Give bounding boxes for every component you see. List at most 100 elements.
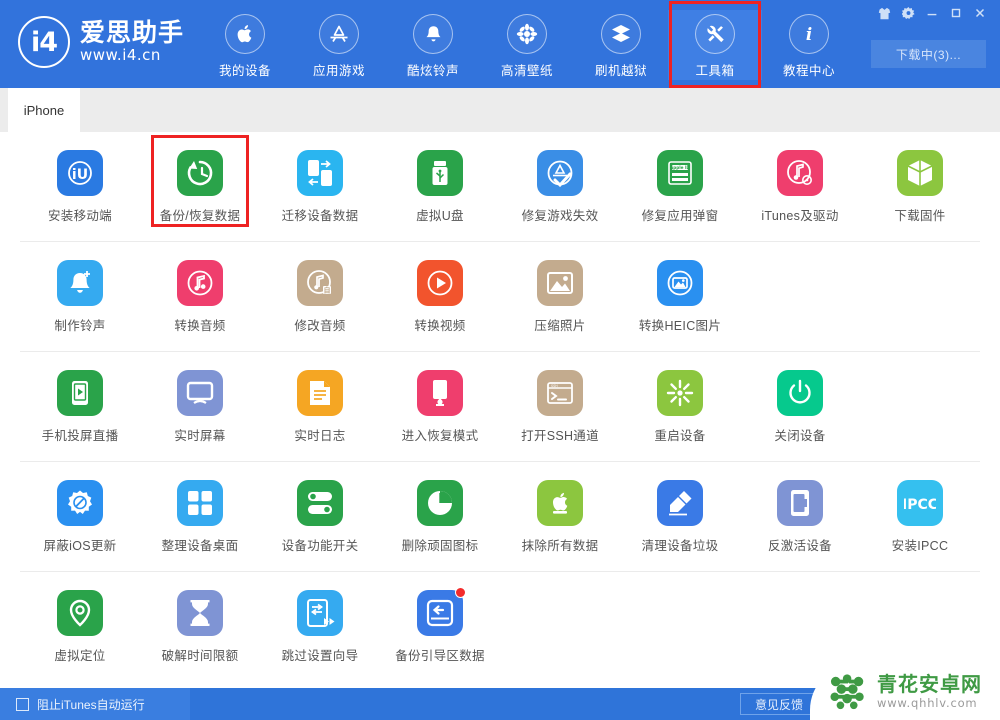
ipcc-install-icon: IPCC [897,480,943,526]
hourglass-icon [177,590,223,636]
download-status-button[interactable]: 下载中(3)... [871,40,986,68]
tool-cell[interactable]: Apple ID 修复应用弹窗 [620,132,740,241]
feature-toggle-icon [297,480,343,526]
tool-label: 跳过设置向导 [281,649,359,663]
app-window: i4 爱思助手 www.i4.cn 我的设备 应用游戏 酷炫铃声 高清壁纸 刷机越狱 工具… [0,0,1000,720]
skin-icon[interactable] [872,2,896,24]
nav-item-6[interactable]: 工具箱 [668,1,762,88]
toolbox-row: 制作铃声 转换音频 自修改音频转换视频 压缩照片 转换HEIC图片 [20,242,980,352]
live-log-icon [297,370,343,416]
feedback-button[interactable]: 意见反馈 [740,693,818,715]
tool-cell[interactable]: 设备功能开关 [260,462,380,571]
nav-item-label: 工具箱 [695,64,735,78]
flower-icon [507,14,547,54]
skip-setup-icon [297,590,343,636]
tool-cell[interactable]: 重启设备 [620,352,740,461]
tool-cell[interactable]: 制作铃声 [20,242,140,351]
nav-item-1[interactable]: 我的设备 [198,10,292,80]
tool-cell[interactable]: 清理设备垃圾 [620,462,740,571]
tool-cell[interactable]: 删除顽固图标 [380,462,500,571]
tool-cell[interactable]: 压缩照片 [500,242,620,351]
tool-cell[interactable]: 迁移设备数据 [260,132,380,241]
tool-cell[interactable]: IPCC 安装IPCC [860,462,980,571]
tool-cell[interactable]: 备份/恢复数据 [140,132,260,241]
nav-item-3[interactable]: 酷炫铃声 [386,10,480,80]
tool-cell[interactable]: 跳过设置向导 [260,572,380,682]
info-icon: i [789,14,829,54]
brand-name: 爱思助手 [80,18,185,47]
toolbox-row: 屏蔽iOS更新 整理设备桌面 设备功能开关 删除顽固图标 抹除所有数据 清理设备垃圾 反激活… [20,462,980,572]
tab-iphone[interactable]: iPhone [8,88,80,132]
nav-item-label: 酷炫铃声 [406,64,459,78]
organize-desktop-icon [177,480,223,526]
tool-label: 转换音频 [174,319,226,333]
block-itunes-toggle[interactable]: 阻止iTunes自动运行 [0,688,190,720]
tool-cell[interactable]: 自修改音频 [260,242,380,351]
tool-cell[interactable]: 虚拟U盘 [380,132,500,241]
box-stack-icon [601,14,641,54]
bell-icon [413,14,453,54]
close-button[interactable] [968,2,992,24]
block-itunes-label: 阻止iTunes自动运行 [37,697,145,712]
svg-text:iU: iU [72,167,88,183]
audio-convert-icon [177,260,223,306]
appstore-icon [319,14,359,54]
tool-cell[interactable]: 转换HEIC图片 [620,242,740,351]
tool-label: 制作铃声 [54,319,106,333]
video-convert-icon [417,260,463,306]
tool-cell[interactable]: 虚拟定位 [20,572,140,682]
tool-cell[interactable]: 备份引导区数据 [380,572,500,682]
tool-cell[interactable]: 进入恢复模式 [380,352,500,461]
tool-label: 修复应用弹窗 [641,209,719,223]
tool-label: 转换视频 [414,319,466,333]
nav-item-label: 教程中心 [782,64,835,78]
tool-cell[interactable]: 实时日志 [260,352,380,461]
tool-cell[interactable]: 破解时间限额 [140,572,260,682]
tool-cell[interactable]: iTunes及驱动 [740,132,860,241]
svg-text:IPCC: IPCC [904,497,936,513]
new-badge-dot [455,587,466,598]
tool-cell[interactable]: 实时屏幕 [140,352,260,461]
nav-item-2[interactable]: 应用游戏 [292,10,386,80]
tool-cell[interactable]: 整理设备桌面 [140,462,260,571]
device-migrate-icon [297,150,343,196]
tool-cell[interactable]: iU 安装移动端 [20,132,140,241]
backup-boot-icon [417,587,466,636]
svg-text:自: 自 [324,286,331,295]
tools-icon [695,14,735,54]
clean-junk-icon [657,480,703,526]
i4-logo-icon: i4 [18,16,70,68]
tool-cell[interactable]: 反激活设备 [740,462,860,571]
tool-cell[interactable]: 关闭设备 [740,352,860,461]
apple-id-icon: Apple ID [657,150,703,196]
block-update-icon [57,480,103,526]
settings-gear-icon[interactable] [896,2,920,24]
minimize-button[interactable] [920,2,944,24]
nav-item-label: 刷机越狱 [594,64,647,78]
tool-cell[interactable]: 抹除所有数据 [500,462,620,571]
block-itunes-checkbox[interactable] [16,697,29,711]
tool-label: 整理设备桌面 [161,539,239,553]
toolbox-grid: iU 安装移动端 备份/恢复数据迁移设备数据 虚拟U盘 修复游戏失效 Apple ID 修复… [0,132,1000,688]
tool-label: 安装移动端 [47,209,112,223]
svg-text:i: i [806,24,812,44]
nav-item-4[interactable]: 高清壁纸 [480,10,574,80]
maximize-button[interactable] [944,2,968,24]
tool-label: 安装IPCC [891,539,949,553]
firmware-box-icon [897,150,943,196]
tool-cell[interactable]: 修复游戏失效 [500,132,620,241]
tool-cell[interactable]: 转换音频 [140,242,260,351]
tool-cell[interactable]: 转换视频 [380,242,500,351]
tool-label: 实时日志 [294,429,346,443]
tool-cell[interactable]: 屏蔽iOS更新 [20,462,140,571]
tool-cell[interactable]: SSH 打开SSH通道 [500,352,620,461]
nav-item-5[interactable]: 刷机越狱 [574,10,668,80]
tool-cell[interactable]: 下载固件 [860,132,980,241]
tool-cell[interactable]: 手机投屏直播 [20,352,140,461]
nav-item-label: 我的设备 [218,64,271,78]
erase-all-icon [537,480,583,526]
nav-item-7[interactable]: i 教程中心 [762,10,856,80]
tool-label: 进入恢复模式 [401,429,479,443]
tool-label: 备份引导区数据 [395,649,485,663]
tool-label: 迁移设备数据 [281,209,359,223]
